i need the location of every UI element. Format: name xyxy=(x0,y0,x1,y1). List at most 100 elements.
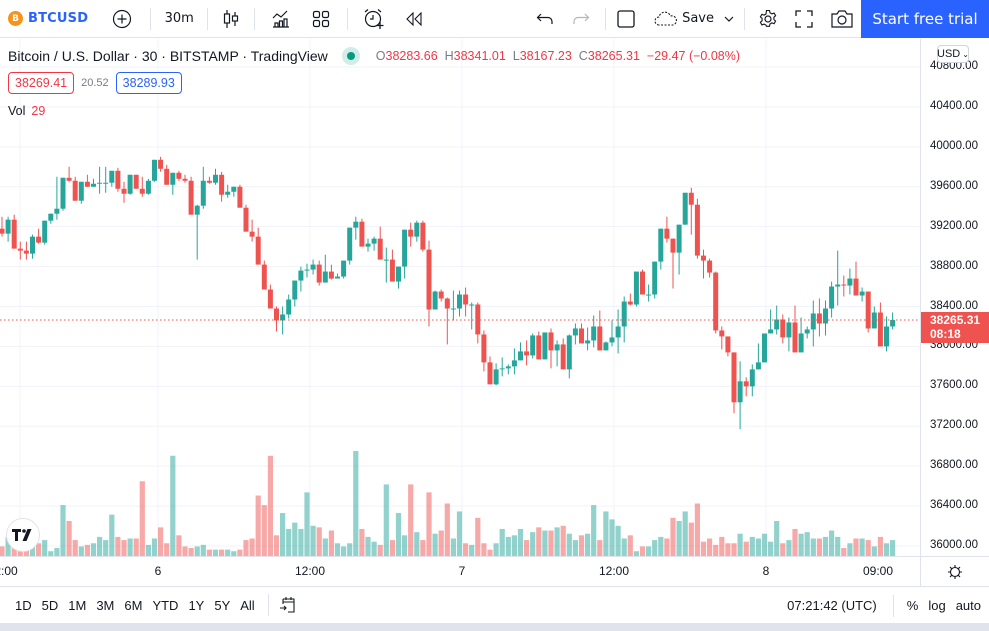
range-button-1d[interactable]: 1D xyxy=(10,598,37,613)
candle-body xyxy=(835,284,841,287)
volume-bar xyxy=(578,535,585,556)
auto-scale-toggle[interactable]: auto xyxy=(951,598,989,613)
volume-label: Vol xyxy=(8,104,26,118)
volume-bar xyxy=(530,532,536,556)
percent-scale-toggle[interactable]: % xyxy=(902,598,924,613)
candlestick-chart[interactable] xyxy=(0,39,920,556)
alert-button[interactable] xyxy=(354,0,394,38)
chart-type-button[interactable] xyxy=(214,0,248,38)
symbol-search-button[interactable]: B BTCUSD xyxy=(0,0,88,38)
range-button-3m[interactable]: 3M xyxy=(91,598,119,613)
volume-bar xyxy=(115,536,121,556)
log-scale-toggle[interactable]: log xyxy=(923,598,950,613)
undo-button[interactable] xyxy=(527,0,563,38)
layout-select-button[interactable] xyxy=(612,0,640,38)
time-axis[interactable]: 2:00 6 12:00 7 12:00 8 09:00 xyxy=(0,556,989,586)
candle-body xyxy=(487,362,493,385)
chart-pane[interactable] xyxy=(0,39,920,585)
volume-bar xyxy=(853,538,859,556)
candle-body xyxy=(469,304,475,306)
settings-button[interactable] xyxy=(751,0,785,38)
currency-select[interactable]: USD ⌄ xyxy=(937,45,969,63)
candle-body xyxy=(615,326,621,338)
save-menu-button[interactable] xyxy=(720,0,738,38)
volume-bar xyxy=(731,543,737,556)
save-button[interactable]: Save xyxy=(648,0,720,38)
utc-clock[interactable]: 07:21:42 (UTC) xyxy=(787,594,894,617)
axis-settings-button[interactable] xyxy=(920,557,989,586)
volume-bar xyxy=(841,548,847,556)
volume-bar xyxy=(54,548,60,556)
candle-body xyxy=(884,326,889,347)
volume-bar xyxy=(371,541,377,556)
buy-button[interactable]: 38289.93 xyxy=(115,72,182,94)
redo-button[interactable] xyxy=(563,0,599,38)
candle-body xyxy=(658,228,664,262)
replay-button[interactable] xyxy=(394,0,434,38)
currency-label: USD xyxy=(937,48,961,60)
candle-body xyxy=(670,238,676,253)
candle-body xyxy=(359,221,365,247)
volume-bar xyxy=(761,533,768,556)
volume-bar xyxy=(84,544,90,556)
volume-bar xyxy=(389,540,395,556)
change-value: −29.47 (−0.08%) xyxy=(646,49,741,63)
volume-bar xyxy=(475,517,481,556)
last-price: 38265.31 xyxy=(930,312,981,327)
volume-bar xyxy=(255,495,261,556)
layouts-button[interactable] xyxy=(301,0,341,38)
tradingview-logo[interactable] xyxy=(6,518,40,552)
price-axis[interactable]: USD ⌄ 40800.00 40400.00 40000.00 39600.00 392… xyxy=(920,39,989,585)
candle-body xyxy=(713,272,719,331)
indicators-button[interactable] xyxy=(261,0,301,38)
candle-body xyxy=(786,322,792,338)
volume-bar xyxy=(176,535,182,556)
candle-body xyxy=(0,228,5,234)
volume-bar xyxy=(780,543,786,556)
candle-body xyxy=(591,326,597,341)
candle-body xyxy=(274,308,279,321)
volume-bar xyxy=(835,536,841,556)
candle-body xyxy=(182,178,188,181)
volume-legend: Vol 29 xyxy=(8,104,45,118)
go-to-date-button[interactable] xyxy=(279,596,297,614)
range-button-all[interactable]: All xyxy=(235,598,259,613)
compare-symbol-button[interactable] xyxy=(100,0,144,38)
candle-body xyxy=(585,340,591,344)
fullscreen-button[interactable] xyxy=(785,0,823,38)
candle-body xyxy=(511,360,517,367)
candle-body xyxy=(42,220,48,243)
volume-bar xyxy=(548,530,554,556)
candle-body xyxy=(829,286,835,309)
volume-bar xyxy=(694,503,700,556)
range-button-1m[interactable]: 1M xyxy=(63,598,91,613)
range-button-ytd[interactable]: YTD xyxy=(147,598,183,613)
snapshot-button[interactable] xyxy=(823,0,861,38)
volume-bar xyxy=(395,513,402,556)
candle-body xyxy=(84,181,90,187)
volume-bar xyxy=(139,481,145,556)
start-free-trial-button[interactable]: Start free trial xyxy=(861,0,989,38)
volume-bar xyxy=(871,546,877,556)
sell-button[interactable]: 38269.41 xyxy=(8,72,75,94)
volume-bar xyxy=(353,451,359,556)
candle-body xyxy=(804,329,810,334)
candle-body xyxy=(206,180,212,183)
range-button-1y[interactable]: 1Y xyxy=(183,598,209,613)
candle-body xyxy=(194,205,200,215)
candle-body xyxy=(725,336,731,353)
range-button-5y[interactable]: 5Y xyxy=(209,598,235,613)
candle-body xyxy=(579,328,584,344)
interval-button[interactable]: 30m xyxy=(157,0,201,38)
chevron-down-icon: ⌄ xyxy=(962,49,969,59)
bottom-toolbar: 1D 5D 1M 3M 6M YTD 1Y 5Y All 07:21:42 (UTC) % lo… xyxy=(0,586,989,623)
layouts-icon xyxy=(313,10,330,27)
range-button-5d[interactable]: 5D xyxy=(37,598,64,613)
candle-body xyxy=(768,329,774,334)
range-button-6m[interactable]: 6M xyxy=(119,598,147,613)
volume-bar xyxy=(847,543,853,556)
candle-body xyxy=(530,335,536,356)
volume-bar xyxy=(365,536,371,556)
price-tick-label: 39200.00 xyxy=(930,219,978,232)
market-status-icon[interactable] xyxy=(341,47,360,65)
